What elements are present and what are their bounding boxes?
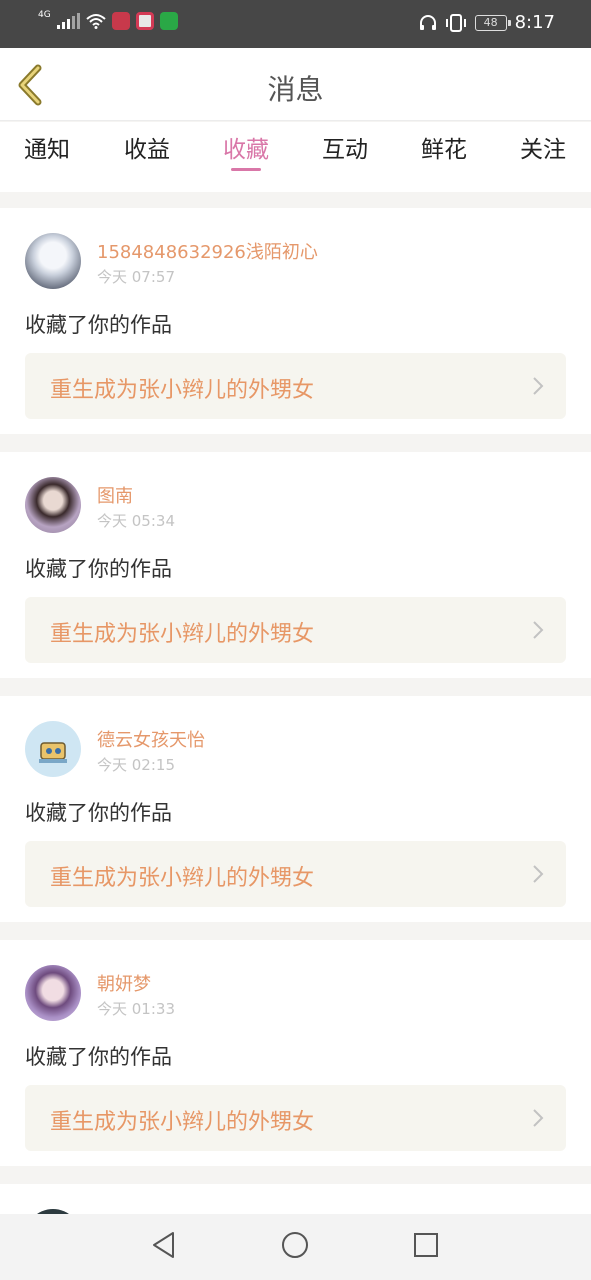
status-bar: 4G 48 8:17 — [0, 0, 591, 48]
tab-flowers[interactable]: 鲜花 — [404, 130, 484, 164]
message-time: 今天 02:15 — [97, 756, 175, 774]
action-text: 收藏了你的作品 — [25, 801, 172, 825]
chevron-right-icon — [533, 377, 544, 395]
system-nav-bar — [0, 1214, 591, 1280]
tab-following[interactable]: 关注 — [503, 130, 583, 164]
message-time: 今天 05:34 — [97, 512, 175, 530]
tab-label: 通知 — [24, 137, 70, 163]
wechat-pay-icon — [159, 12, 178, 30]
app-notification-icon — [135, 12, 154, 30]
back-triangle-icon[interactable] — [149, 1230, 179, 1260]
tab-label: 收益 — [124, 137, 170, 163]
huawei-app-icon — [111, 12, 130, 30]
work-title: 重生成为张小辫儿的外甥女 — [50, 866, 315, 891]
header: 消息 — [0, 48, 591, 121]
tab-label: 鲜花 — [421, 137, 467, 163]
signal-icon — [56, 13, 80, 29]
message-card: 德云女孩天怡 今天 02:15 收藏了你的作品 重生成为张小辫儿的外甥女 — [0, 696, 591, 922]
work-link[interactable]: 重生成为张小辫儿的外甥女 — [25, 841, 566, 907]
work-link[interactable]: 重生成为张小辫儿的外甥女 — [25, 1085, 566, 1151]
tab-label: 互动 — [322, 137, 368, 163]
username[interactable]: 图南 — [97, 482, 133, 508]
tab-favorites[interactable]: 收藏 — [206, 130, 286, 171]
chevron-right-icon — [533, 1109, 544, 1127]
tab-notifications[interactable]: 通知 — [7, 130, 87, 164]
recents-square-icon[interactable] — [411, 1230, 441, 1260]
avatar[interactable] — [25, 965, 81, 1021]
avatar[interactable] — [25, 477, 81, 533]
tab-bar: 通知 收益 收藏 互动 鲜花 关注 — [0, 122, 591, 192]
message-time: 今天 01:33 — [97, 1000, 175, 1018]
page-title: 消息 — [267, 73, 324, 106]
clock: 8:17 — [514, 12, 555, 33]
work-title: 重生成为张小辫儿的外甥女 — [50, 1110, 315, 1135]
wifi-icon — [86, 14, 106, 29]
cartoon-avatar-icon — [39, 742, 67, 763]
tab-interactions[interactable]: 互动 — [305, 130, 385, 164]
battery-icon: 48 — [474, 14, 511, 31]
chevron-right-icon — [533, 865, 544, 883]
username[interactable]: 1584848632926浅陌初心 — [97, 238, 318, 264]
message-card: 1584848632926浅陌初心 今天 07:57 收藏了你的作品 重生成为张… — [0, 208, 591, 434]
message-card: 朝妍梦 今天 01:33 收藏了你的作品 重生成为张小辫儿的外甥女 — [0, 940, 591, 1166]
home-circle-icon[interactable] — [280, 1230, 310, 1260]
username[interactable]: 朝妍梦 — [97, 970, 151, 996]
work-title: 重生成为张小辫儿的外甥女 — [50, 378, 315, 403]
avatar[interactable] — [25, 721, 81, 777]
work-title: 重生成为张小辫儿的外甥女 — [50, 622, 315, 647]
message-card: 图南 今天 05:34 收藏了你的作品 重生成为张小辫儿的外甥女 — [0, 452, 591, 678]
work-link[interactable]: 重生成为张小辫儿的外甥女 — [25, 353, 566, 419]
action-text: 收藏了你的作品 — [25, 313, 172, 337]
active-tab-indicator — [231, 168, 261, 171]
message-time: 今天 07:57 — [97, 268, 175, 286]
avatar[interactable] — [25, 233, 81, 289]
vibrate-icon — [445, 13, 466, 32]
username[interactable]: 德云女孩天怡 — [97, 726, 205, 752]
status-left: 4G — [38, 10, 178, 30]
chevron-right-icon — [533, 621, 544, 639]
work-link[interactable]: 重生成为张小辫儿的外甥女 — [25, 597, 566, 663]
action-text: 收藏了你的作品 — [25, 557, 172, 581]
status-right: 48 8:17 — [419, 12, 555, 33]
network-type: 4G — [38, 10, 51, 20]
action-text: 收藏了你的作品 — [25, 1045, 172, 1069]
message-list: 1584848632926浅陌初心 今天 07:57 收藏了你的作品 重生成为张… — [0, 208, 591, 1265]
tab-label: 关注 — [520, 137, 566, 163]
headphones-icon — [419, 14, 436, 30]
tab-label: 收藏 — [223, 137, 269, 163]
tab-earnings[interactable]: 收益 — [107, 130, 187, 164]
